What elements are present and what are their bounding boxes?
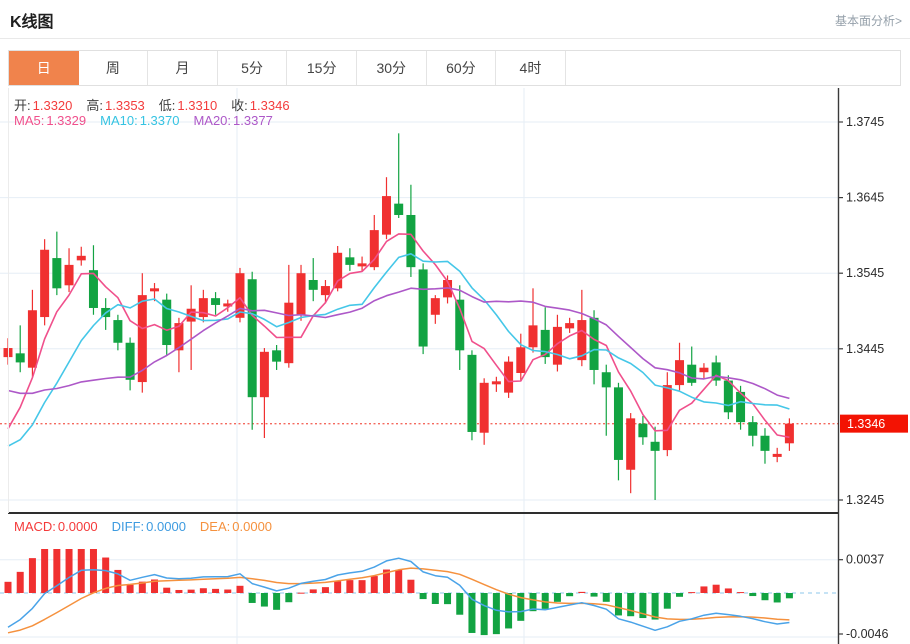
legend-value: 1.3310: [177, 98, 217, 113]
legend-label: 低:: [159, 98, 176, 113]
legend-ohlc-item: 收:1.3346: [231, 98, 289, 113]
page-header: K线图 基本面分析>: [0, 0, 910, 39]
kline-chart-page: 1.3745 1.3645 1.3545 1.3445 1.3245 1.3346 0.00…: [0, 0, 910, 644]
svg-text:-0.0046: -0.0046: [846, 627, 888, 641]
tab-week[interactable]: 周: [79, 51, 149, 85]
legend-macd-item: DIFF:0.0000: [112, 519, 186, 534]
legend-label: DEA:: [200, 519, 230, 534]
svg-text:1.3445: 1.3445: [846, 342, 884, 356]
legend-ma-item: MA10:1.3370: [100, 113, 179, 128]
tab-60min[interactable]: 60分: [427, 51, 497, 85]
period-tabbar: 日周月5分15分30分60分4时: [8, 50, 901, 86]
legend-ohlc-item: 低:1.3310: [159, 98, 217, 113]
legend-ohlc-item: 开:1.3320: [14, 98, 72, 113]
tab-15min[interactable]: 15分: [287, 51, 357, 85]
legend-label: MA20:: [193, 113, 231, 128]
legend-label: MA10:: [100, 113, 138, 128]
legend-label: 收:: [231, 98, 248, 113]
ma-legend: MA5:1.3329 MA10:1.3370 MA20:1.3377: [14, 113, 287, 128]
legend-macd-item: MACD:0.0000: [14, 519, 98, 534]
tab-month[interactable]: 月: [148, 51, 218, 85]
svg-text:1.3645: 1.3645: [846, 191, 884, 205]
ohlc-legend: 开:1.3320 高:1.3353 低:1.3310 收:1.3346: [14, 95, 304, 114]
legend-value: 1.3329: [46, 113, 86, 128]
svg-text:0.0037: 0.0037: [846, 553, 884, 567]
legend-value: 1.3353: [105, 98, 145, 113]
legend-label: 高:: [86, 98, 103, 113]
svg-text:1.3545: 1.3545: [846, 266, 884, 280]
fundamental-analysis-link[interactable]: 基本面分析>: [835, 12, 902, 29]
legend-value: 0.0000: [58, 519, 98, 534]
tab-30min[interactable]: 30分: [357, 51, 427, 85]
legend-ma-item: MA20:1.3377: [193, 113, 272, 128]
tab-day[interactable]: 日: [9, 51, 79, 85]
legend-value: 1.3346: [250, 98, 290, 113]
tab-5min[interactable]: 5分: [218, 51, 288, 85]
legend-value: 1.3370: [140, 113, 180, 128]
legend-value: 0.0000: [232, 519, 272, 534]
macd-legend: MACD:0.0000DIFF:0.0000DEA:0.0000: [14, 519, 286, 534]
legend-macd-item: DEA:0.0000: [200, 519, 272, 534]
legend-label: MACD:: [14, 519, 56, 534]
legend-value: 1.3377: [233, 113, 273, 128]
svg-text:1.3346: 1.3346: [847, 417, 885, 431]
svg-text:1.3245: 1.3245: [846, 493, 884, 507]
legend-ma-item: MA5:1.3329: [14, 113, 86, 128]
legend-label: DIFF:: [112, 519, 145, 534]
legend-label: 开:: [14, 98, 31, 113]
legend-ohlc-item: 高:1.3353: [86, 98, 144, 113]
legend-value: 0.0000: [146, 519, 186, 534]
tab-4hour[interactable]: 4时: [496, 51, 566, 85]
legend-label: MA5:: [14, 113, 44, 128]
page-title: K线图: [10, 8, 54, 32]
svg-text:1.3745: 1.3745: [846, 115, 884, 129]
legend-value: 1.3320: [33, 98, 73, 113]
